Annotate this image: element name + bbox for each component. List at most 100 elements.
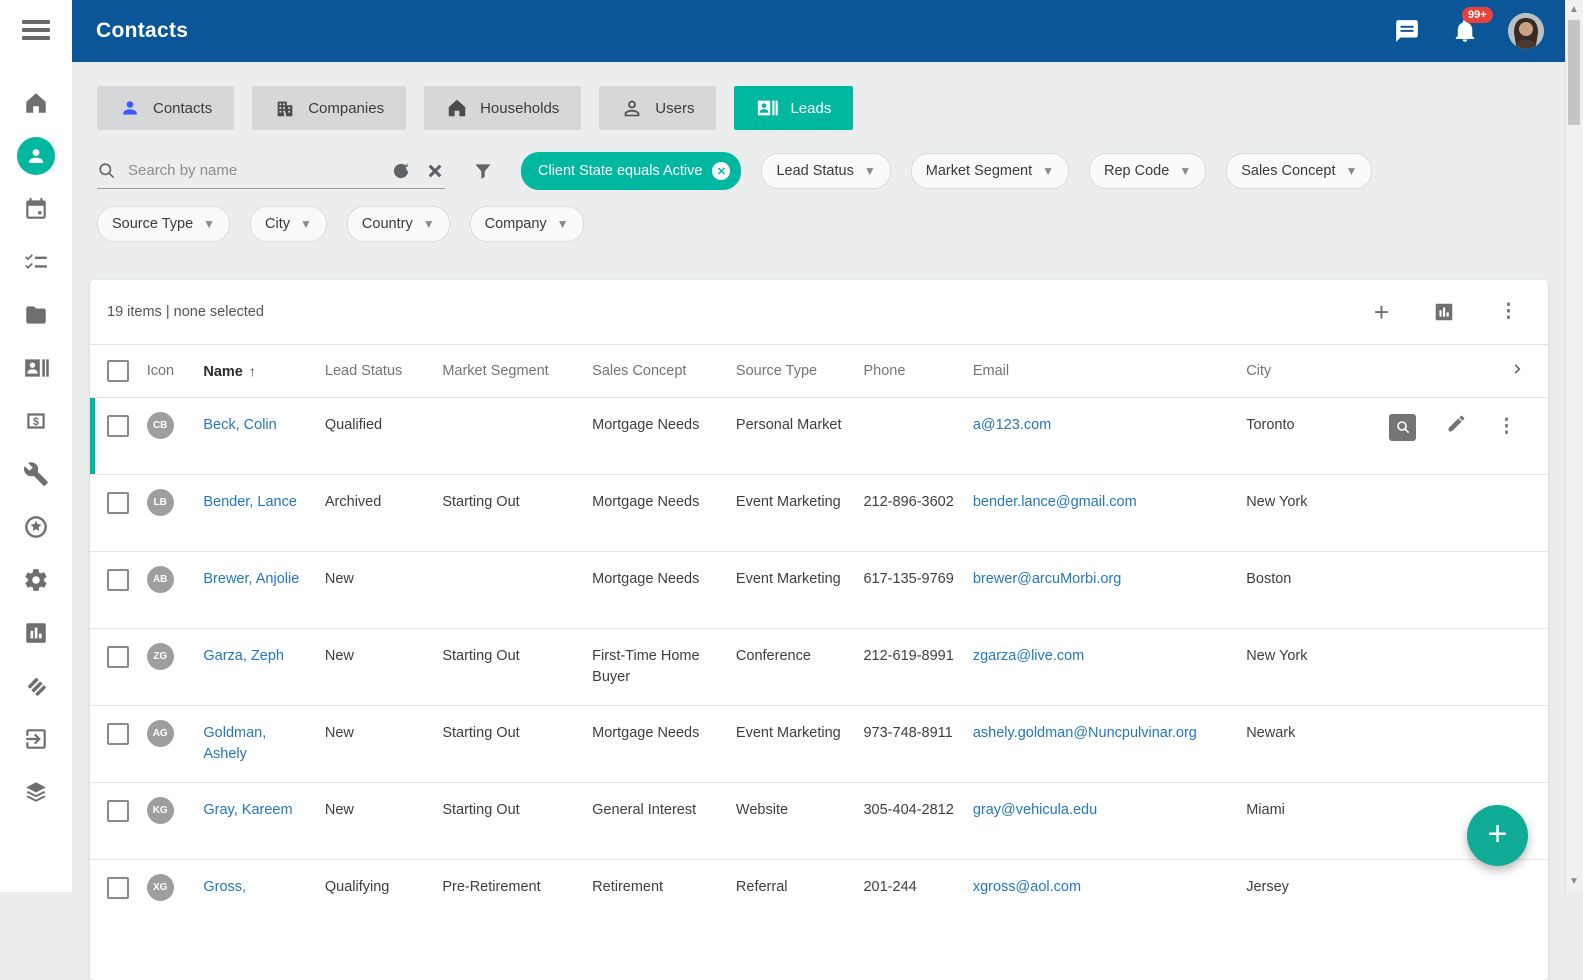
sidebar-item-favorites[interactable] [14,500,58,553]
hamburger-menu-icon[interactable] [22,20,50,42]
tab-contacts[interactable]: Contacts [97,86,234,130]
sidebar-item-import[interactable] [14,712,58,765]
row-checkbox[interactable] [107,569,129,591]
col-sales-concept[interactable]: Sales Concept [592,345,736,398]
email-link[interactable]: ashely.goldman@Nuncpulvinar.org [973,725,1197,741]
sidebar-item-leads[interactable] [14,341,58,394]
search-input[interactable] [126,161,377,180]
row-checkbox[interactable] [107,723,129,745]
sidebar-item-deals[interactable] [14,659,58,712]
chip-market-segment[interactable]: Market Segment▼ [911,153,1069,189]
email-link[interactable]: gray@vehicula.edu [973,802,1097,818]
cell-city: Boston [1246,552,1378,629]
user-avatar[interactable] [1508,13,1544,49]
scroll-columns-right-button[interactable] [1378,345,1548,398]
col-name[interactable]: Name↑ [203,345,325,398]
select-all-checkbox[interactable] [107,360,129,382]
cell-market-segment [442,552,592,629]
preview-button[interactable] [1389,414,1416,441]
col-icon[interactable]: Icon [147,345,204,398]
row-more-button[interactable]: ⋮ [1497,417,1516,437]
chip-company[interactable]: Company▼ [470,206,584,242]
contact-name-link[interactable]: Gross, [203,879,246,895]
email-link[interactable]: a@123.com [973,417,1051,433]
table-row[interactable]: ZG Garza, Zeph New Starting Out First-Ti… [90,629,1548,706]
sidebar-item-billing[interactable]: $ [14,394,58,447]
chip-rep-code[interactable]: Rep Code▼ [1089,153,1206,189]
cell-market-segment: Starting Out [442,706,592,783]
sidebar-item-files[interactable] [14,288,58,341]
window-scrollbar[interactable]: ▲ ▼ [1565,0,1583,892]
clear-search-button[interactable] [425,161,445,181]
email-link[interactable]: zgarza@live.com [973,648,1084,664]
contact-name-link[interactable]: Bender, Lance [203,494,297,510]
tab-households[interactable]: Households [424,86,581,130]
tab-companies[interactable]: Companies [252,86,406,130]
table-row[interactable]: AB Brewer, Anjolie New Mortgage Needs Ev… [90,552,1548,629]
cell-market-segment: Starting Out [442,783,592,860]
sidebar-item-calendar[interactable] [14,182,58,235]
card-toolbar: 19 items | none selected + ⋮ [90,280,1548,344]
table-row[interactable]: KG Gray, Kareem New Starting Out General… [90,783,1548,860]
row-checkbox[interactable] [107,646,129,668]
more-options-button[interactable]: ⋮ [1499,302,1518,322]
add-column-button[interactable]: + [1374,301,1389,323]
chevron-down-icon: ▼ [864,164,876,178]
scrollbar-thumb[interactable] [1568,20,1580,125]
active-filter-chip[interactable]: Client State equals Active ✕ [521,152,741,190]
tab-label: Contacts [153,100,212,117]
edit-button[interactable] [1446,413,1467,441]
scroll-up-icon[interactable]: ▲ [1566,2,1582,18]
contact-name-link[interactable]: Beck, Colin [203,417,276,433]
table-row[interactable]: LB Bender, Lance Archived Starting Out M… [90,475,1548,552]
sidebar-item-settings[interactable] [14,553,58,606]
col-email[interactable]: Email [973,345,1246,398]
col-lead-status[interactable]: Lead Status [325,345,442,398]
tab-leads[interactable]: Leads [734,86,853,130]
sort-asc-icon: ↑ [249,363,256,379]
contact-name-link[interactable]: Goldman, Ashely [203,725,266,762]
contact-name-link[interactable]: Brewer, Anjolie [203,571,299,587]
row-checkbox[interactable] [107,415,129,437]
remove-filter-icon[interactable]: ✕ [712,162,730,180]
sidebar-item-reports[interactable] [14,606,58,659]
add-lead-fab[interactable]: + [1467,805,1528,866]
scroll-down-icon[interactable]: ▼ [1566,874,1582,890]
chart-view-button[interactable] [1433,301,1455,323]
contact-name-link[interactable]: Gray, Kareem [203,802,292,818]
tab-users[interactable]: Users [599,86,716,130]
tab-label: Users [655,100,694,117]
sidebar-item-tools[interactable] [14,447,58,500]
table-row[interactable]: XG Gross, Qualifying Pre-Retirement Reti… [90,860,1548,937]
email-link[interactable]: xgross@aol.com [973,879,1081,895]
exit-to-app-icon [23,726,49,752]
col-city[interactable]: City [1246,345,1378,398]
person-icon [119,97,141,119]
col-market-segment[interactable]: Market Segment [442,345,592,398]
sidebar-item-layers[interactable] [14,765,58,818]
chip-country[interactable]: Country▼ [347,206,450,242]
table-row[interactable]: AG Goldman, Ashely New Starting Out Mort… [90,706,1548,783]
chip-lead-status[interactable]: Lead Status▼ [761,153,890,189]
col-phone[interactable]: Phone [863,345,972,398]
sidebar-item-home[interactable] [14,76,58,129]
sidebar-item-contacts[interactable] [14,129,58,182]
table-row[interactable]: CB Beck, Colin Qualified Mortgage Needs … [90,398,1548,475]
sidebar-item-tasks[interactable] [14,235,58,288]
contact-name-link[interactable]: Garza, Zeph [203,648,284,664]
chip-city[interactable]: City▼ [250,206,327,242]
row-checkbox[interactable] [107,800,129,822]
chip-source-type[interactable]: Source Type▼ [97,206,230,242]
chat-button[interactable] [1392,16,1422,46]
email-link[interactable]: bender.lance@gmail.com [973,494,1137,510]
row-checkbox[interactable] [107,877,129,899]
notifications-button[interactable]: 99+ [1450,16,1480,46]
row-checkbox[interactable] [107,492,129,514]
filter-button[interactable] [473,161,493,181]
email-link[interactable]: brewer@arcuMorbi.org [973,571,1122,587]
refresh-button[interactable] [391,161,411,181]
col-source-type[interactable]: Source Type [736,345,864,398]
cell-phone: 305-404-2812 [863,783,972,860]
cell-phone: 201-244 [863,860,972,937]
chip-sales-concept[interactable]: Sales Concept▼ [1226,153,1372,189]
